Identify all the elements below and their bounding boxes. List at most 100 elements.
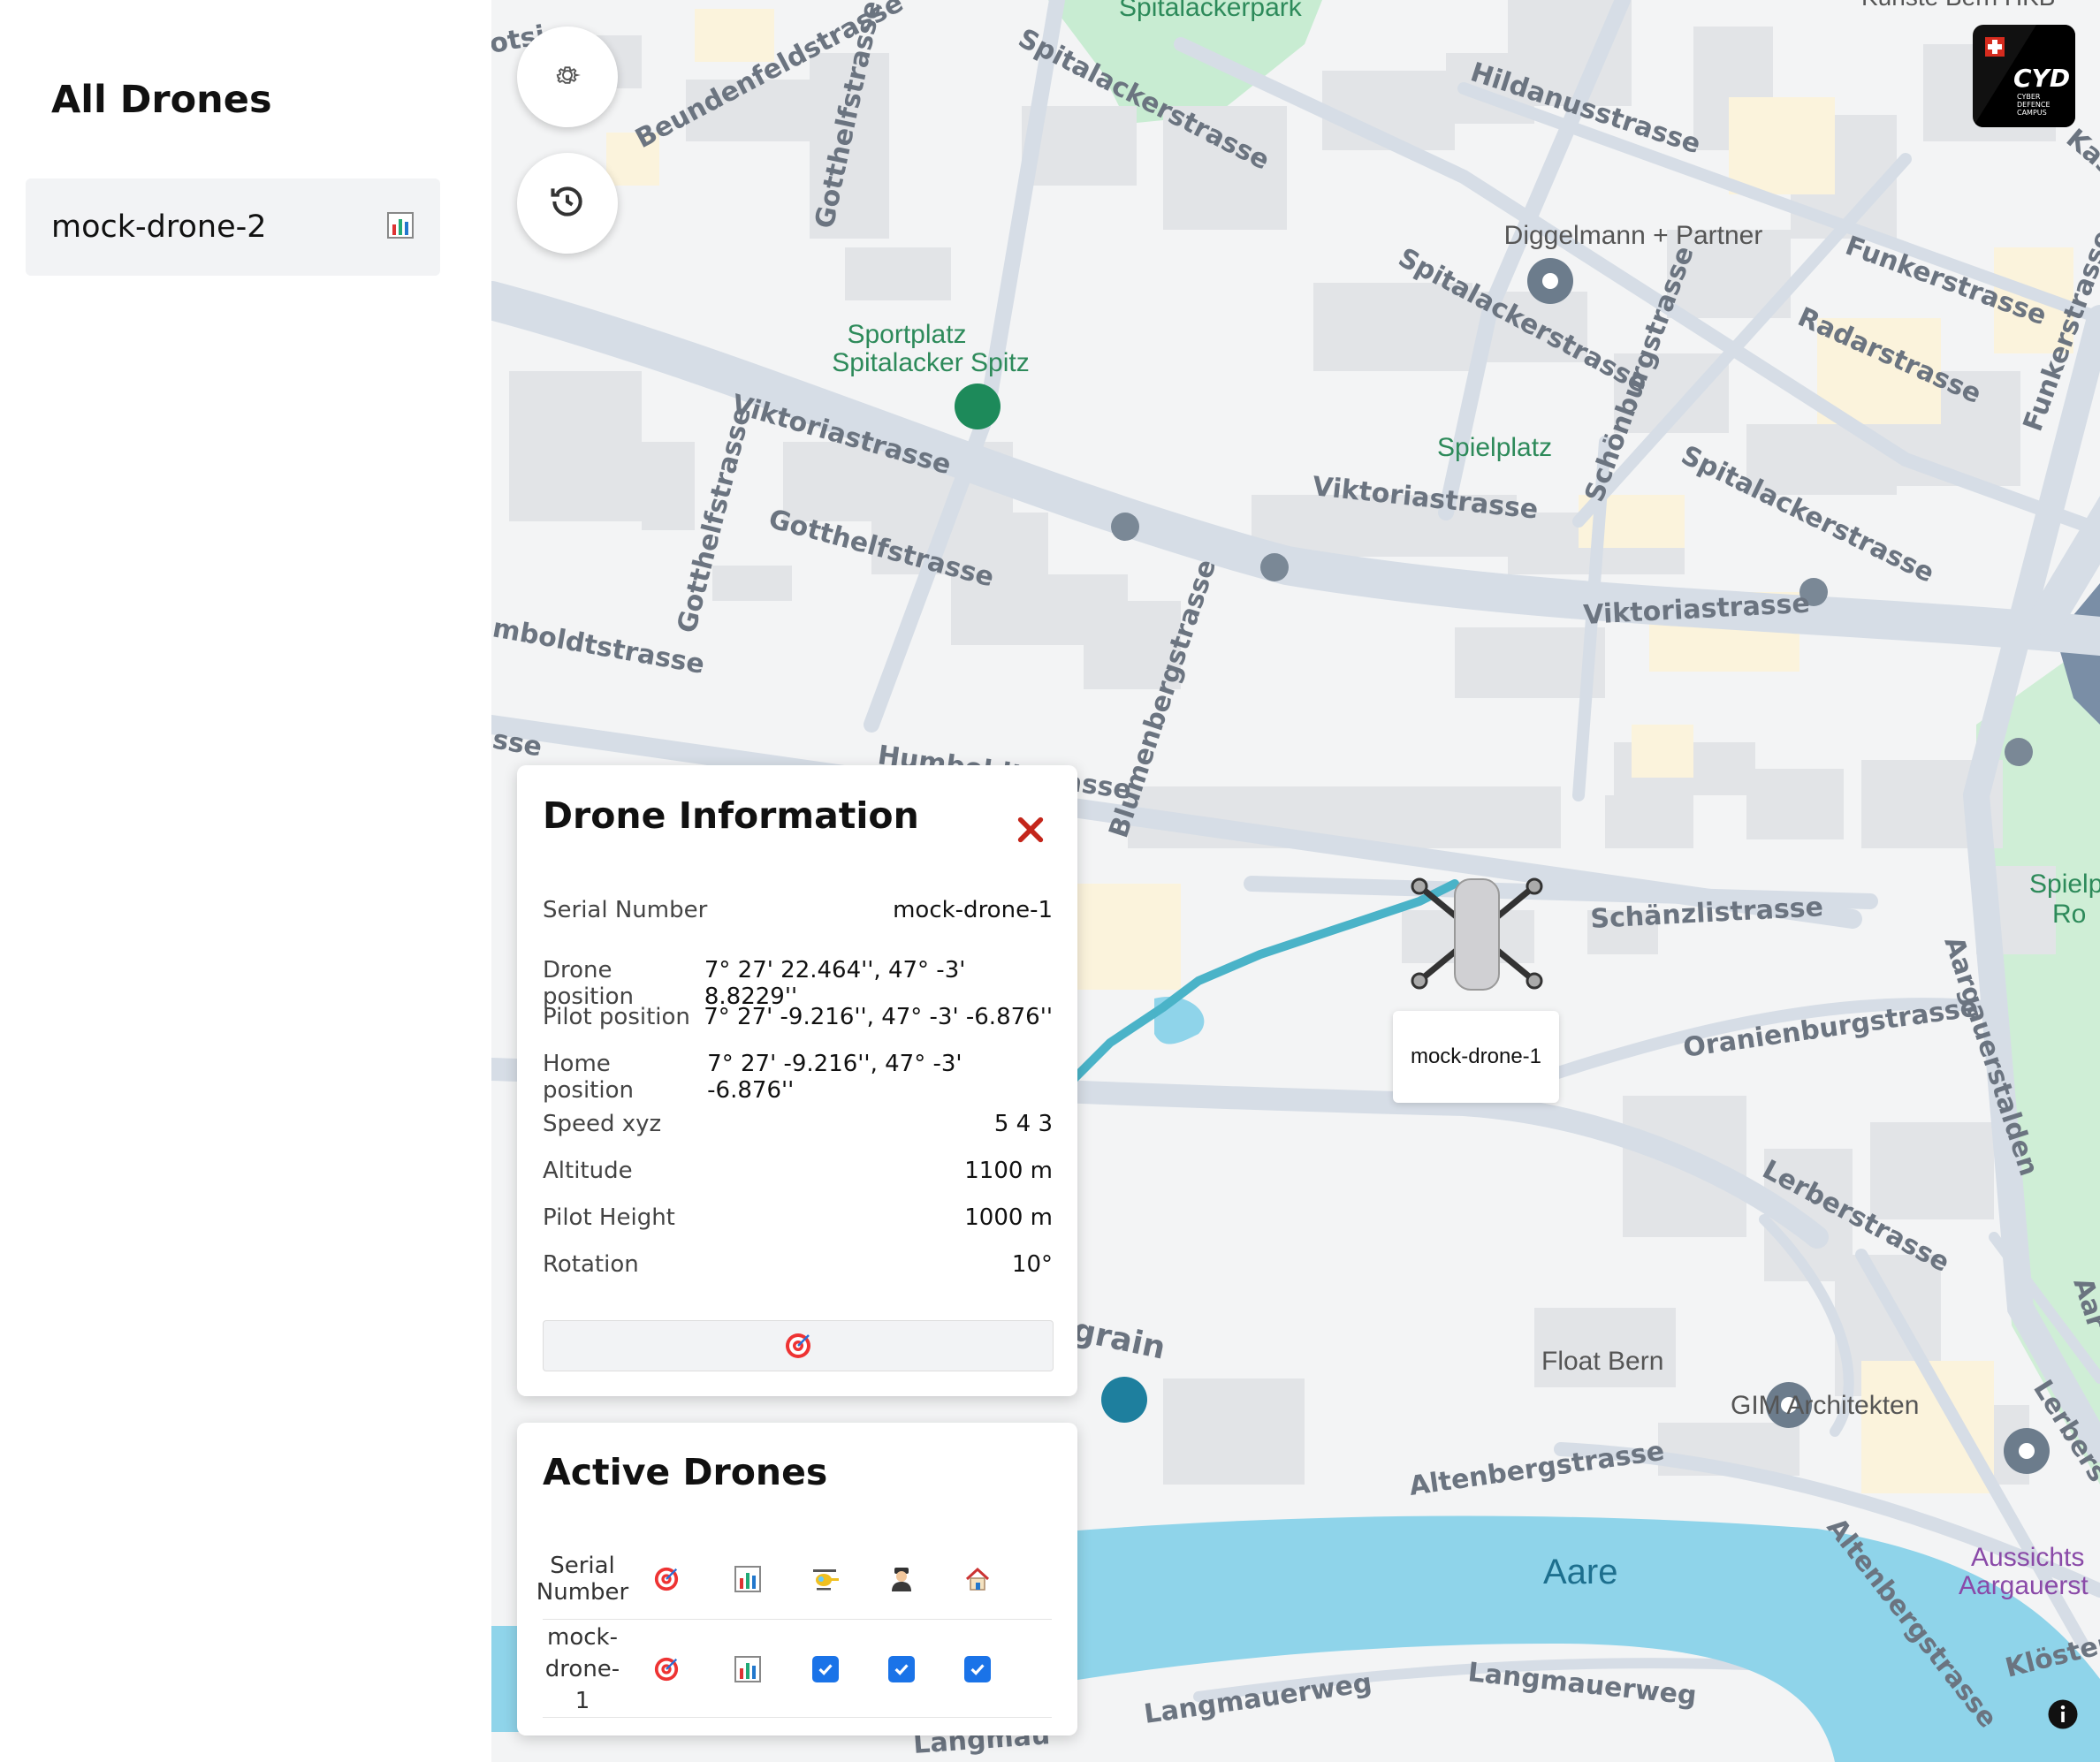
- column-serial: Serial Number: [536, 1539, 628, 1619]
- sport-marker[interactable]: [955, 384, 1001, 429]
- gear-icon: [554, 62, 581, 93]
- serial-text: drone-1: [544, 1656, 620, 1714]
- header-label: Number: [536, 1579, 629, 1606]
- bar-chart-icon: [734, 1656, 761, 1682]
- active-drones-panel: Active Drones Serial Number mock- drone-…: [517, 1423, 1077, 1735]
- info-key: Serial Number: [543, 897, 708, 923]
- column-home: [942, 1539, 1013, 1619]
- sidebar-item-mock-drone-2[interactable]: mock-drone-2: [26, 178, 440, 276]
- label-aare: Aare: [1543, 1553, 1618, 1591]
- info-value: 1000 m: [964, 1204, 1053, 1231]
- history-button[interactable]: [517, 153, 618, 254]
- label-float: Float Bern: [1541, 1347, 1663, 1376]
- label-aussicht-2: Aargauerst: [1959, 1571, 2089, 1600]
- show-drone-checkbox[interactable]: [812, 1656, 839, 1682]
- info-key: Pilot Height: [543, 1204, 675, 1231]
- drone-information-panel: Drone Information Serial Number mock-dron…: [517, 765, 1077, 1396]
- info-value: 7° 27' -9.216'', 47° -3' -6.876'': [707, 1051, 962, 1104]
- target-icon: [786, 1333, 810, 1358]
- history-icon: [548, 182, 587, 225]
- settings-button[interactable]: [517, 27, 618, 127]
- logo-subtext: DEFENCE: [2017, 101, 2051, 109]
- drone-label: mock-drone-1: [1410, 1044, 1542, 1068]
- info-value: 7° 27' -9.216'', 47° -3' -6.876'': [704, 1004, 1053, 1030]
- show-home-checkbox-cell: [942, 1621, 1013, 1717]
- logo-text: CYD: [2013, 64, 2070, 93]
- helicopter-icon: [813, 1569, 839, 1591]
- bar-chart-icon: [734, 1566, 761, 1592]
- street-oranienburg: Oranienburgstrasse: [1681, 991, 1980, 1063]
- info-row-altitude: Altitude 1100 m: [543, 1158, 1053, 1184]
- info-row-pilot-position: Pilot position 7° 27' -9.216'', 47° -3' -…: [543, 1004, 1053, 1030]
- info-key: Drone position: [543, 957, 634, 1010]
- info-value: 10°: [1011, 1251, 1053, 1278]
- label-spielplatz: Spielplatz: [1437, 433, 1552, 462]
- target-icon: [654, 1657, 679, 1682]
- column-pilot: [866, 1539, 937, 1619]
- sidebar-item-label: mock-drone-2: [51, 209, 267, 245]
- label-spielp-1: Spielp: [2029, 870, 2100, 899]
- sidebar-title: All Drones: [51, 78, 272, 122]
- info-row-drone-position: Drone position 7° 27' 22.464'', 47° -3' 8…: [543, 957, 1053, 1010]
- cyd-logo: CYD CYBER DEFENCE CAMPUS: [1973, 25, 2075, 127]
- column-drone: [790, 1539, 861, 1619]
- street-altenberg-1: Altenbergstrasse: [1407, 1436, 1666, 1502]
- info-key: Rotation: [543, 1251, 639, 1278]
- drone-label-tooltip: mock-drone-1: [1393, 1011, 1559, 1103]
- info-row-rotation: Rotation 10°: [543, 1251, 1053, 1278]
- bar-chart-icon: [387, 211, 414, 243]
- pilot-icon: [892, 1568, 911, 1591]
- table-row: mock- drone-1: [543, 1621, 1052, 1718]
- sidebar: All Drones mock-drone-2: [0, 0, 491, 1762]
- check-icon: [970, 1664, 985, 1675]
- info-value: mock-drone-1: [893, 897, 1053, 923]
- close-button[interactable]: [1016, 815, 1046, 845]
- show-pilot-checkbox[interactable]: [888, 1656, 915, 1682]
- info-icon[interactable]: [2047, 1698, 2079, 1730]
- street-kas: Kas: [2060, 123, 2100, 181]
- target-icon: [654, 1567, 679, 1591]
- info-key: Pilot position: [543, 1004, 690, 1030]
- logo-subtext: CYBER: [2017, 93, 2041, 101]
- info-key: Speed xyz: [543, 1111, 662, 1137]
- show-drone-checkbox-cell: [790, 1621, 861, 1717]
- label-aussicht-1: Aussichts: [1971, 1543, 2084, 1572]
- label-sport-1: Sportplatz: [847, 320, 966, 349]
- check-icon: [894, 1664, 909, 1675]
- info-row-home-position: Home position 7° 27' -9.216'', 47° -3' -6…: [543, 1051, 1053, 1104]
- info-value: 5 4 3: [993, 1111, 1053, 1137]
- show-chart-button[interactable]: [712, 1621, 783, 1717]
- info-key: Home position: [543, 1051, 634, 1104]
- panel-title: Active Drones: [543, 1451, 828, 1493]
- label-sport-2: Spitalacker Spitz: [832, 348, 1029, 377]
- street-grain: grain: [1069, 1312, 1168, 1367]
- info-value: 1100 m: [964, 1158, 1053, 1184]
- close-icon: [1017, 816, 1044, 843]
- info-row-pilot-height: Pilot Height 1000 m: [543, 1204, 1053, 1231]
- info-row-serial: Serial Number mock-drone-1: [543, 897, 1053, 923]
- panel-title: Drone Information: [543, 794, 919, 837]
- label-gim: GIM Architekten: [1731, 1391, 1919, 1420]
- logo-subtext: CAMPUS: [2017, 109, 2047, 117]
- check-icon: [818, 1664, 833, 1675]
- label-park: Spitalackerpark: [1119, 0, 1303, 22]
- label-spielp-2: Ro: [2052, 900, 2086, 929]
- show-home-checkbox[interactable]: [964, 1656, 991, 1682]
- header-label: Serial: [550, 1553, 615, 1579]
- focus-drone-button[interactable]: [631, 1621, 702, 1717]
- home-icon: [965, 1567, 990, 1591]
- info-value: 7° 27' 22.464'', 47° -3' 8.8229'': [704, 957, 966, 1010]
- column-target: [631, 1539, 702, 1619]
- label-kunste: Kunste Bern HKB: [1861, 0, 2055, 11]
- label-diggelmann: Diggelmann + Partner: [1504, 221, 1763, 250]
- focus-drone-button[interactable]: [543, 1320, 1054, 1371]
- show-pilot-checkbox-cell: [866, 1621, 937, 1717]
- column-chart: [712, 1539, 783, 1619]
- info-key: Altitude: [543, 1158, 633, 1184]
- table-header: Serial Number: [536, 1539, 1052, 1620]
- poi-marker[interactable]: [1101, 1377, 1147, 1423]
- serial-text: mock-: [547, 1624, 618, 1651]
- info-row-speed: Speed xyz 5 4 3: [543, 1111, 1053, 1137]
- cell-serial: mock- drone-1: [543, 1621, 622, 1717]
- street-langmauer-2: Langmauerweg: [1142, 1667, 1373, 1730]
